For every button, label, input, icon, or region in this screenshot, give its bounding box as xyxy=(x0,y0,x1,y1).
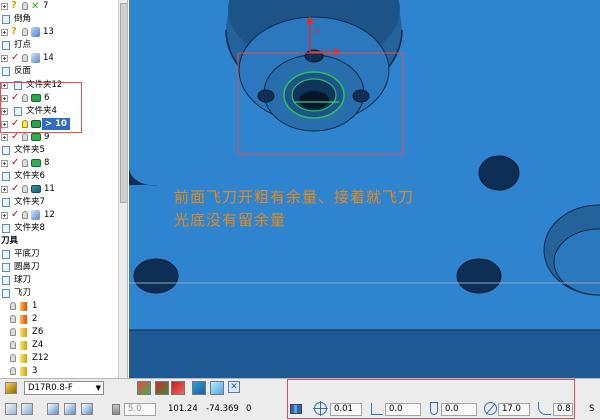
chevron-down-icon: ▼ xyxy=(95,384,101,392)
expand-icon[interactable] xyxy=(1,160,8,167)
folder-icon xyxy=(2,198,10,207)
target-icon[interactable] xyxy=(313,401,328,416)
crossed-toolpath-icon: ✕ xyxy=(31,1,40,12)
view-front-icon[interactable] xyxy=(81,403,93,415)
folder-icon xyxy=(2,172,10,181)
hole-right xyxy=(352,89,370,103)
bulb-icon xyxy=(22,159,28,167)
folder-icon xyxy=(2,263,10,272)
tree-scrollbar-thumb[interactable] xyxy=(120,3,127,203)
coord-z: 0 xyxy=(246,404,252,414)
folder-icon xyxy=(2,67,10,76)
tool-combo[interactable]: D17R0.8-F ▼ xyxy=(24,381,104,395)
pencil-icon[interactable] xyxy=(192,381,206,395)
tool-select-icon[interactable] xyxy=(5,382,17,394)
probe-icon[interactable] xyxy=(210,381,224,395)
view-top-icon[interactable] xyxy=(64,403,76,415)
folder-icon xyxy=(2,146,10,155)
hole-left-lower xyxy=(133,258,179,294)
graphics-viewport[interactable]: 5 前面飞刀开粗有余量、接着就飞刀 光底没有留余量 xyxy=(129,0,600,378)
hole-right-upper xyxy=(478,155,520,191)
bulb-icon xyxy=(22,54,28,62)
axial-thickness-field[interactable]: 0.0 xyxy=(441,403,477,416)
bulb-icon xyxy=(22,211,28,219)
hole-left xyxy=(257,89,275,103)
bulb-icon xyxy=(22,2,28,10)
expand-icon[interactable] xyxy=(1,212,8,219)
expand-icon[interactable] xyxy=(1,29,8,36)
annotation-line-1: 前面飞刀开粗有余量、接着就飞刀 xyxy=(174,188,415,206)
folder-icon xyxy=(2,289,10,298)
step-field[interactable]: 5.0 xyxy=(124,403,156,416)
tool-icon xyxy=(20,328,27,337)
bulb-icon xyxy=(10,341,16,349)
drill-icon xyxy=(31,210,40,220)
tool-icon xyxy=(20,354,27,363)
bulb-icon xyxy=(10,315,16,323)
bulb-icon xyxy=(10,354,16,362)
check-icon: ✓ xyxy=(11,209,20,220)
expand-icon[interactable] xyxy=(1,3,8,10)
bulb-icon xyxy=(10,367,16,375)
check-icon: ✓ xyxy=(11,52,20,63)
tool-icon xyxy=(20,302,27,311)
close-icon[interactable]: ✕ xyxy=(228,381,240,393)
corner-radius-field[interactable]: 0.8 xyxy=(553,403,573,416)
tree-scrollbar[interactable] xyxy=(118,0,127,378)
coord-x: 101.24 xyxy=(168,404,198,414)
thickness-icon xyxy=(371,403,383,415)
toolpath-icon xyxy=(31,133,41,141)
corner-radius-icon xyxy=(538,402,551,415)
tool-icon xyxy=(20,315,27,324)
view-grid-icon[interactable] xyxy=(5,403,17,415)
tool-icon xyxy=(20,341,27,350)
toolpath-edit-icon[interactable] xyxy=(137,381,151,395)
hole-right-lower xyxy=(456,258,502,294)
check-icon: ✓ xyxy=(11,183,20,194)
bulb-icon xyxy=(10,302,16,310)
bulb-icon xyxy=(22,28,28,36)
view-box-icon[interactable] xyxy=(21,403,33,415)
question-icon: ? xyxy=(11,0,17,11)
tree-highlight-box xyxy=(0,82,82,133)
view-iso-icon[interactable] xyxy=(47,403,59,415)
expand-icon[interactable] xyxy=(1,186,8,193)
folder-icon xyxy=(2,224,10,233)
tool-icon xyxy=(20,367,27,376)
folder-icon xyxy=(2,15,10,24)
check-icon: ✓ xyxy=(11,157,20,168)
bulb-icon xyxy=(10,328,16,336)
toolbar-grip-icon xyxy=(290,404,302,414)
toolpath-icon xyxy=(31,185,41,193)
bulb-icon xyxy=(22,185,28,193)
diameter-icon xyxy=(484,402,497,415)
coord-y: -74.369 xyxy=(206,404,239,414)
question-icon: ? xyxy=(11,26,17,37)
ruler-icon xyxy=(112,404,120,415)
folder-icon xyxy=(2,41,10,50)
explorer-tree[interactable]: ? ✕ 7 倒角 ? 13 打点 ✓ 14 反面 文件夹12 ✓ 6 文件夹4 … xyxy=(0,0,128,378)
diameter-field[interactable]: 17.0 xyxy=(498,403,530,416)
expand-icon[interactable] xyxy=(1,134,8,141)
toolpath-delete-icon[interactable] xyxy=(171,381,185,395)
bulb-icon xyxy=(22,133,28,141)
bottom-toolbar: D17R0.8-F ▼ ✕ 5.0 101.24 -74.369 0 0.01 … xyxy=(0,378,600,420)
folder-icon xyxy=(2,250,10,259)
expand-icon[interactable] xyxy=(1,55,8,62)
folder-icon xyxy=(2,276,10,285)
drill-icon xyxy=(31,27,40,37)
annotation-line-2: 光底没有留余量 xyxy=(174,211,287,229)
spindle-label: S xyxy=(589,404,595,414)
part-side-face xyxy=(129,330,600,378)
thickness-field[interactable]: 0.0 xyxy=(385,403,421,416)
central-bore xyxy=(299,91,329,109)
axial-thickness-icon xyxy=(430,402,438,415)
drill-icon xyxy=(31,53,40,63)
toolpath-check-icon[interactable] xyxy=(155,381,169,395)
toolpath-icon xyxy=(31,159,41,167)
axis-label: 5 xyxy=(315,27,320,36)
tolerance-field[interactable]: 0.01 xyxy=(330,403,362,416)
hole-left-edge xyxy=(129,168,159,186)
